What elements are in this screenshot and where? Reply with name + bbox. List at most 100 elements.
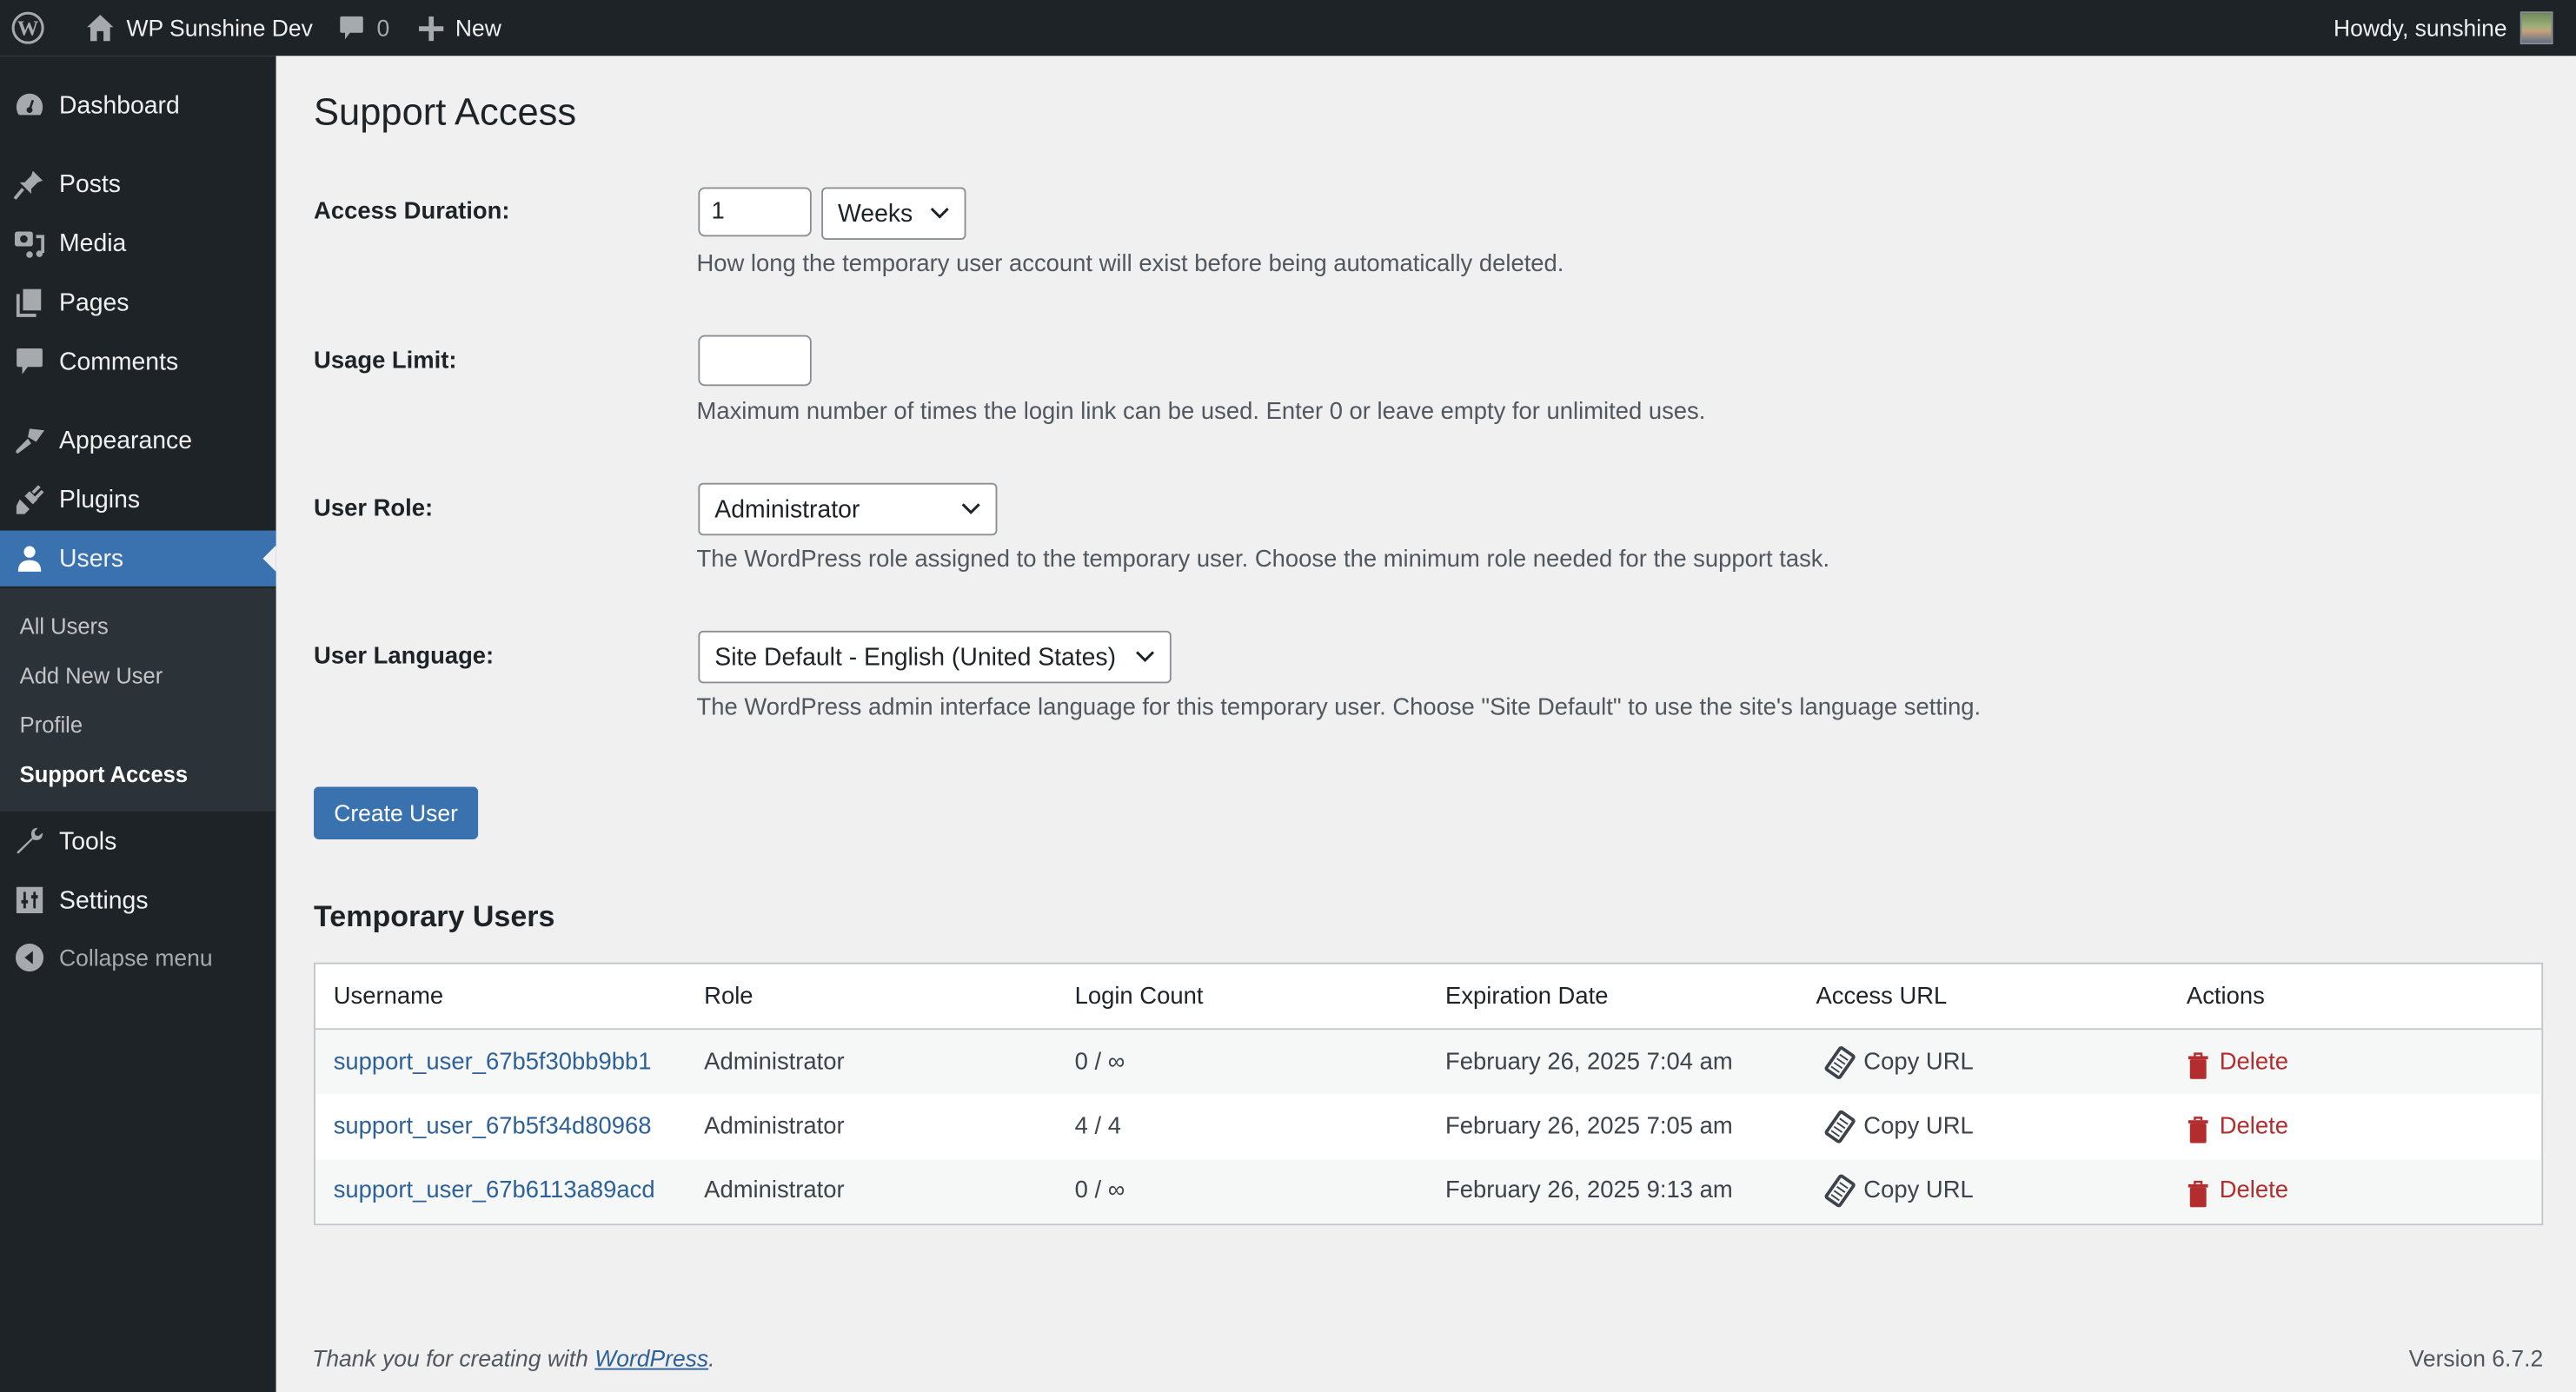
home-icon xyxy=(85,13,115,43)
collapse-arrow-icon xyxy=(0,943,59,972)
trash-icon xyxy=(2187,1115,2209,1143)
login-count-cell: 0 / ∞ xyxy=(1074,1177,1125,1205)
expiration-cell: February 26, 2025 7:05 am xyxy=(1445,1113,1733,1140)
comment-icon xyxy=(339,15,365,41)
user-icon xyxy=(0,542,59,575)
sidebar-item-label: Dashboard xyxy=(59,90,180,120)
sidebar-item-label: Settings xyxy=(59,885,149,914)
footer-thanks-text: Thank you for creating with xyxy=(312,1345,595,1372)
users-submenu: All Users Add New User Profile Support A… xyxy=(0,587,276,812)
login-count-cell: 0 / ∞ xyxy=(1074,1049,1125,1076)
table-row: support_user_67b5f34d80968 Administrator… xyxy=(315,1095,2541,1159)
delete-button[interactable]: Delete xyxy=(2187,1045,2288,1079)
trash-icon xyxy=(2187,1180,2209,1208)
access-duration-label: Access Duration: xyxy=(314,198,510,225)
usage-limit-description: Maximum number of times the login link c… xyxy=(696,399,1706,426)
access-duration-unit-select[interactable]: Weeks xyxy=(821,187,966,240)
delete-button[interactable]: Delete xyxy=(2187,1175,2288,1208)
paintbrush-icon xyxy=(0,424,59,457)
copy-url-label: Copy URL xyxy=(1863,1113,1974,1140)
wp-logo-menu[interactable]: W xyxy=(0,0,69,56)
sidebar-item-media[interactable]: Media xyxy=(0,215,276,271)
user-language-select[interactable]: Site Default - English (United States) xyxy=(698,630,1172,684)
role-cell: Administrator xyxy=(704,1177,845,1205)
chevron-down-icon xyxy=(961,502,981,515)
user-role-description: The WordPress role assigned to the tempo… xyxy=(696,547,1830,573)
column-header-login-count: Login Count xyxy=(1074,983,1204,1010)
new-label: New xyxy=(455,15,501,42)
access-duration-input[interactable]: 1 xyxy=(698,187,812,237)
user-language-label: User Language: xyxy=(314,643,495,671)
comments-link[interactable]: 0 xyxy=(326,0,402,56)
user-role-value: Administrator xyxy=(714,494,860,524)
pages-icon xyxy=(0,286,59,319)
page-title: Support Access xyxy=(314,89,577,134)
sidebar-item-plugins[interactable]: Plugins xyxy=(0,472,276,527)
footer-version: Version 6.7.2 xyxy=(2408,1345,2544,1372)
delete-button[interactable]: Delete xyxy=(2187,1110,2288,1143)
sidebar-item-label: Users xyxy=(59,544,124,573)
access-duration-description: How long the temporary user account will… xyxy=(696,251,1564,278)
footer-thanks-suffix: . xyxy=(708,1345,715,1372)
delete-label: Delete xyxy=(2219,1177,2288,1205)
create-user-button[interactable]: Create User xyxy=(314,786,479,839)
clipboard-icon xyxy=(1824,1045,1857,1079)
sidebar-item-label: Plugins xyxy=(59,485,141,514)
sidebar-item-pages[interactable]: Pages xyxy=(0,275,276,330)
sidebar-item-users[interactable]: Users xyxy=(0,530,276,587)
collapse-menu-button[interactable]: Collapse menu xyxy=(0,930,276,985)
plugin-icon xyxy=(0,483,59,516)
avatar xyxy=(2520,11,2553,45)
duration-unit-value: Weeks xyxy=(838,199,913,228)
collapse-menu-label: Collapse menu xyxy=(59,944,213,971)
column-header-expiration-date: Expiration Date xyxy=(1445,983,1609,1010)
my-account-menu[interactable]: Howdy, sunshine xyxy=(2334,11,2576,45)
table-row: support_user_67b6113a89acd Administrator… xyxy=(315,1158,2542,1224)
copy-url-label: Copy URL xyxy=(1863,1049,1974,1076)
submenu-support-access[interactable]: Support Access xyxy=(20,762,188,786)
wordpress-link[interactable]: WordPress xyxy=(594,1345,708,1371)
expiration-cell: February 26, 2025 9:13 am xyxy=(1445,1177,1733,1205)
admin-sidebar: Dashboard Posts Media Pages Comments App… xyxy=(0,56,276,1392)
wrench-icon xyxy=(0,825,59,858)
username-link[interactable]: support_user_67b5f30bb9bb1 xyxy=(334,1049,652,1075)
submenu-add-new-user[interactable]: Add New User xyxy=(20,664,163,688)
pin-icon xyxy=(0,168,59,201)
copy-url-button[interactable]: Copy URL xyxy=(1816,1110,1974,1143)
sidebar-item-dashboard[interactable]: Dashboard xyxy=(0,77,276,133)
sidebar-item-tools[interactable]: Tools xyxy=(0,813,276,869)
new-content-link[interactable]: New xyxy=(402,0,515,56)
copy-url-button[interactable]: Copy URL xyxy=(1816,1175,1974,1208)
sidebar-item-comments[interactable]: Comments xyxy=(0,334,276,389)
sidebar-item-appearance[interactable]: Appearance xyxy=(0,412,276,467)
sidebar-item-label: Appearance xyxy=(59,426,192,454)
role-cell: Administrator xyxy=(704,1113,845,1140)
sidebar-item-settings[interactable]: Settings xyxy=(0,872,276,928)
table-row: support_user_67b5f30bb9bb1 Administrator… xyxy=(315,1030,2542,1095)
howdy-greeting: Howdy, sunshine xyxy=(2334,15,2507,42)
column-header-role: Role xyxy=(704,983,754,1010)
clipboard-icon xyxy=(1824,1110,1857,1143)
user-language-value: Site Default - English (United States) xyxy=(714,643,1117,672)
chevron-down-icon xyxy=(930,207,950,220)
settings-icon xyxy=(0,885,59,915)
usage-limit-input[interactable] xyxy=(698,335,812,387)
copy-url-button[interactable]: Copy URL xyxy=(1816,1045,1974,1079)
sidebar-item-posts[interactable]: Posts xyxy=(0,156,276,212)
sidebar-item-label: Posts xyxy=(59,169,121,198)
username-link[interactable]: support_user_67b5f34d80968 xyxy=(334,1114,652,1140)
comment-count: 0 xyxy=(376,15,390,42)
wordpress-logo-icon: W xyxy=(11,11,44,44)
site-name-link[interactable]: WP Sunshine Dev xyxy=(69,0,326,56)
sidebar-item-label: Tools xyxy=(59,826,117,855)
submenu-all-users[interactable]: All Users xyxy=(20,614,109,639)
dashboard-icon xyxy=(0,89,59,122)
site-name: WP Sunshine Dev xyxy=(126,15,313,42)
user-role-select[interactable]: Administrator xyxy=(698,482,998,536)
role-cell: Administrator xyxy=(704,1049,845,1076)
username-link[interactable]: support_user_67b6113a89acd xyxy=(334,1178,655,1204)
submenu-profile[interactable]: Profile xyxy=(20,713,83,737)
wp-admin-page: W WP Sunshine Dev 0 New Howdy, sunshine xyxy=(0,0,2576,1392)
delete-label: Delete xyxy=(2219,1113,2288,1140)
delete-label: Delete xyxy=(2219,1049,2288,1076)
